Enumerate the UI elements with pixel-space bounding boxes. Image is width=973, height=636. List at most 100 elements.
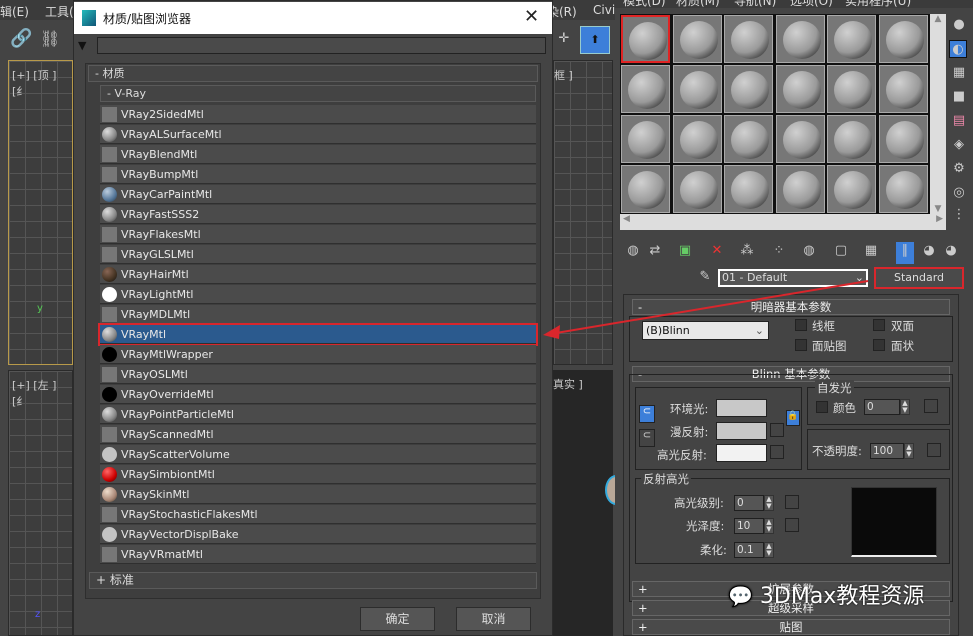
sample-slot[interactable] xyxy=(672,115,722,163)
spinner-arrows-icon[interactable]: ▲ ▼ xyxy=(764,542,774,558)
sample-slot[interactable] xyxy=(621,15,670,63)
list-item[interactable]: VRaySimbiontMtl xyxy=(100,465,536,484)
glossiness-spinner[interactable]: 10 xyxy=(734,518,764,534)
shader-basic-params-header[interactable]: - 明暗器基本参数 xyxy=(632,299,950,315)
viewport-label[interactable]: 框 ] xyxy=(554,67,573,83)
sample-slot[interactable] xyxy=(878,115,928,163)
menu-civil[interactable]: Civi xyxy=(593,3,615,17)
video-color-check-icon[interactable]: ▤ xyxy=(950,112,968,130)
face-map-checkbox[interactable] xyxy=(795,339,807,351)
viewport-front[interactable]: 框 ] xyxy=(553,60,613,365)
specular-level-map-button[interactable] xyxy=(785,495,799,509)
diffuse-map-button[interactable] xyxy=(770,423,784,437)
sample-slot[interactable] xyxy=(724,165,773,213)
background-checker-icon[interactable]: ▦ xyxy=(950,64,968,82)
ambient-color-swatch[interactable] xyxy=(716,399,767,417)
sample-slot[interactable] xyxy=(775,15,825,63)
go-forward-sibling-icon[interactable]: ◕ xyxy=(942,242,960,260)
self-illum-map-button[interactable] xyxy=(924,399,938,413)
put-to-scene-icon[interactable]: ⇄ xyxy=(646,242,664,260)
sample-slot[interactable] xyxy=(827,165,876,213)
list-item[interactable]: VRayFastSSS2 xyxy=(100,205,536,224)
sample-slot[interactable] xyxy=(775,165,825,213)
list-item[interactable]: VRayScannedMtl xyxy=(100,425,536,444)
menu-tools[interactable]: 工具( xyxy=(45,3,74,20)
material-type-button[interactable]: Standard xyxy=(874,267,964,289)
spinner-arrows-icon[interactable]: ▲ ▼ xyxy=(764,518,774,534)
viewport-label[interactable]: [+] [左 ] [纟 xyxy=(12,377,72,409)
list-item[interactable]: VRayBlendMtl xyxy=(100,145,536,164)
viewport-label[interactable]: [+] [顶 ] [纟 xyxy=(12,67,72,99)
show-end-result-icon[interactable]: ∥ xyxy=(896,242,914,264)
sample-type-icon[interactable]: ● xyxy=(950,16,968,34)
sample-slot[interactable] xyxy=(672,15,722,63)
sample-slot[interactable] xyxy=(621,115,670,163)
sample-slot[interactable] xyxy=(827,115,876,163)
opacity-spinner[interactable]: 100 xyxy=(870,443,904,459)
list-item[interactable]: VRayALSurfaceMtl xyxy=(100,125,536,144)
self-illum-spinner[interactable]: 0 xyxy=(864,399,900,415)
pivot-icon[interactable]: ✛ xyxy=(555,30,573,48)
sample-slot[interactable] xyxy=(724,15,773,63)
list-item[interactable]: VRayHairMtl xyxy=(100,265,536,284)
viewport-label[interactable]: 真实 ] xyxy=(553,376,583,392)
list-item[interactable]: VRayBumpMtl xyxy=(100,165,536,184)
viewport-top[interactable]: [+] [顶 ] [纟 y xyxy=(8,60,73,365)
uv-tiling-icon[interactable]: ■ xyxy=(950,88,968,106)
sample-slot[interactable] xyxy=(724,115,773,163)
group-vray[interactable]: - V-Ray xyxy=(100,85,536,102)
list-item[interactable]: VRay2SidedMtl xyxy=(100,105,536,124)
list-item[interactable]: VRayOSLMtl xyxy=(100,365,536,384)
wire-checkbox[interactable] xyxy=(795,319,807,331)
two-sided-checkbox[interactable] xyxy=(873,319,885,331)
go-to-parent-icon[interactable]: ◕ xyxy=(920,242,938,260)
viewport-perspective[interactable]: 真实 ] xyxy=(553,370,627,636)
list-item[interactable]: VRayOverrideMtl xyxy=(100,385,536,404)
cancel-button[interactable]: 取消 xyxy=(456,607,531,631)
soften-spinner[interactable]: 0.1 xyxy=(734,542,764,558)
spinner-arrows-icon[interactable]: ▲ ▼ xyxy=(764,495,774,511)
list-item[interactable]: VRayFlakesMtl xyxy=(100,225,536,244)
list-item[interactable]: VRayScatterVolume xyxy=(100,445,536,464)
upload-icon[interactable]: ⬆ xyxy=(580,26,610,54)
diffuse-color-swatch[interactable] xyxy=(716,422,767,440)
make-preview-icon[interactable]: ◈ xyxy=(950,136,968,154)
filter-dropdown-icon[interactable]: ▼ xyxy=(78,39,86,52)
material-name-field[interactable]: 01 - Default ⌄ xyxy=(718,269,868,287)
sample-slot[interactable] xyxy=(878,165,928,213)
material-id-icon[interactable]: ▢ xyxy=(832,242,850,260)
chevron-down-icon[interactable]: ⌄ xyxy=(855,271,864,285)
shader-dropdown[interactable]: (B)Blinn ⌄ xyxy=(642,321,769,340)
spinner-arrows-icon[interactable]: ▲ ▼ xyxy=(900,399,910,415)
self-illum-color-checkbox[interactable] xyxy=(816,401,828,413)
menu-edit[interactable]: 辑(E) xyxy=(0,3,29,20)
list-item[interactable]: VRayMDLMtl xyxy=(100,305,536,324)
make-unique-icon[interactable]: ⁘ xyxy=(770,242,788,260)
faceted-checkbox[interactable] xyxy=(873,339,885,351)
get-material-icon[interactable]: ◍ xyxy=(624,242,642,260)
backlight-icon[interactable]: ◐ xyxy=(949,40,967,58)
glossiness-map-button[interactable] xyxy=(785,518,799,532)
ok-button[interactable]: 确定 xyxy=(360,607,435,631)
eyedropper-icon[interactable]: ✎ xyxy=(696,268,714,286)
viewport-left[interactable]: [+] [左 ] [纟 z xyxy=(8,370,73,636)
show-map-icon[interactable]: ▦ xyxy=(862,242,880,260)
copy-material-icon[interactable]: ⁂ xyxy=(738,242,756,260)
specular-color-swatch[interactable] xyxy=(716,444,767,462)
list-item[interactable]: VRayLightMtl xyxy=(100,285,536,304)
select-by-material-icon[interactable]: ◎ xyxy=(950,184,968,202)
sample-slot[interactable] xyxy=(775,115,825,163)
lock-icon[interactable]: 🔒 xyxy=(786,410,800,426)
specular-map-button[interactable] xyxy=(770,445,784,459)
list-item[interactable]: VRaySkinMtl xyxy=(100,485,536,504)
unlink-icon[interactable]: ⛓ xyxy=(40,30,60,48)
reset-icon[interactable]: ✕ xyxy=(708,242,726,260)
options-icon[interactable]: ⚙ xyxy=(950,160,968,178)
list-item[interactable]: VRayVectorDisplBake xyxy=(100,525,536,544)
list-item[interactable]: VRayStochasticFlakesMtl xyxy=(100,505,536,524)
sample-slot[interactable] xyxy=(621,65,670,113)
assign-to-selection-icon[interactable]: ▣ xyxy=(676,242,694,260)
horizontal-scrollbar[interactable]: ◀ ▶ xyxy=(620,214,946,230)
group-standard[interactable]: + 标准 xyxy=(89,572,537,589)
sample-slot[interactable] xyxy=(672,165,722,213)
